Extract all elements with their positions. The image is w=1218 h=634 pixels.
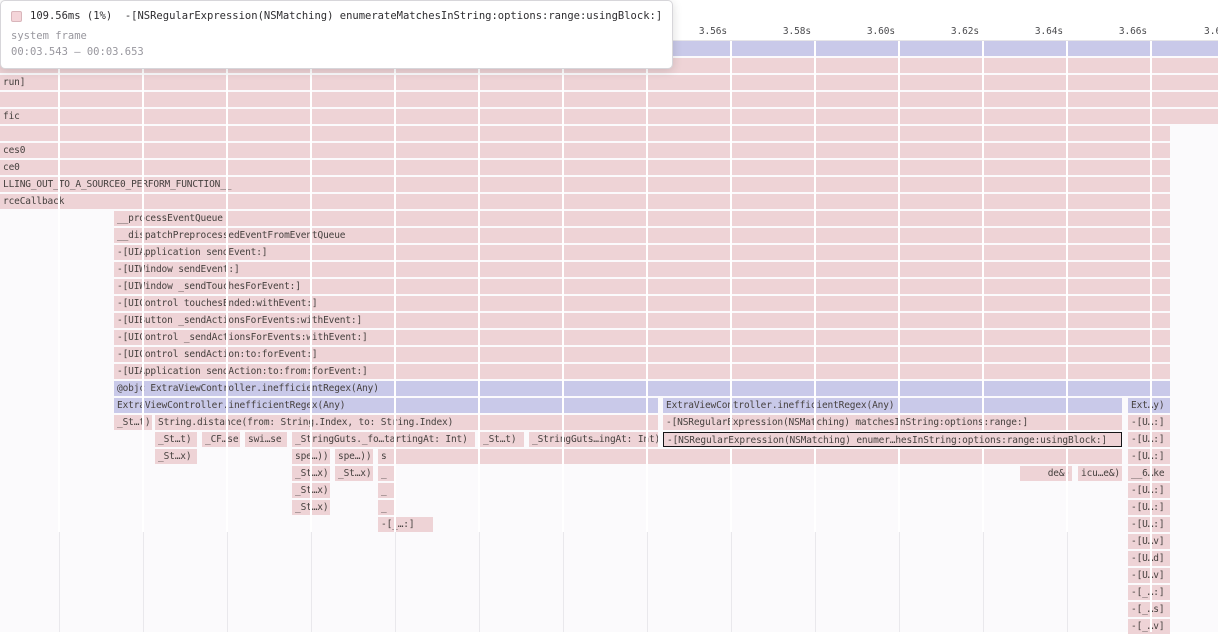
time-gridline bbox=[1150, 41, 1152, 632]
time-gridline bbox=[478, 41, 480, 532]
time-gridline bbox=[647, 532, 648, 632]
flame-frame[interactable]: ce0 bbox=[0, 160, 1170, 175]
tooltip-time-range: 00:03.543 — 00:03.653 bbox=[11, 44, 662, 60]
time-ruler-label: 3.6 bbox=[1204, 26, 1218, 37]
frame-color-swatch-icon bbox=[11, 11, 22, 22]
flame-frame[interactable]: _ bbox=[378, 466, 395, 481]
flame-frame[interactable]: _StringGuts._fo…tartingAt: Int) bbox=[292, 432, 475, 447]
flame-frame[interactable]: String.distance(from: String.Index, to: … bbox=[155, 415, 658, 430]
time-gridline bbox=[395, 532, 396, 632]
flame-frame[interactable]: -[U…:] bbox=[1128, 517, 1170, 532]
flame-frame[interactable]: -[U…v] bbox=[1128, 568, 1170, 583]
flame-frame[interactable]: de&) bbox=[1020, 466, 1072, 481]
flame-frame[interactable]: _St…t) bbox=[155, 432, 197, 447]
frame-hover-tooltip: 109.56ms (1%) -[NSRegularExpression(NSMa… bbox=[0, 0, 673, 69]
time-gridline bbox=[815, 532, 816, 632]
time-gridline bbox=[983, 532, 984, 632]
flame-frame[interactable]: ExtraViewController.inefficientRegex(Any… bbox=[114, 398, 658, 413]
flame-frame[interactable]: -[U…v] bbox=[1128, 534, 1170, 549]
flame-frame[interactable]: -[UIWindow sendEvent:] bbox=[114, 262, 1170, 277]
flame-frame[interactable]: swi…se bbox=[245, 432, 287, 447]
flame-frame[interactable]: -[U…d] bbox=[1128, 551, 1170, 566]
flame-frame[interactable]: _St…x) bbox=[335, 466, 373, 481]
time-gridline bbox=[59, 532, 60, 632]
flame-frame[interactable]: ces0 bbox=[0, 143, 1170, 158]
flame-frame[interactable]: _St…t) bbox=[114, 415, 152, 430]
flame-frame[interactable]: -[UIWindow _sendTouchesForEvent:] bbox=[114, 279, 1170, 294]
flame-frame[interactable]: __6…ke bbox=[1128, 466, 1170, 481]
time-profiler-flame-graph: 3.6 3.40s3.42s3.44s3.46s3.48s3.50s3.52s3… bbox=[0, 0, 1218, 632]
time-gridline bbox=[479, 532, 480, 632]
time-gridline bbox=[814, 41, 816, 532]
tooltip-frame-kind: system frame bbox=[11, 28, 662, 44]
flame-frame[interactable]: _ bbox=[378, 500, 395, 515]
time-ruler-label: 3.58s bbox=[767, 26, 811, 37]
flame-frame[interactable]: LLING_OUT_TO_A_SOURCE0_PERFORM_FUNCTION_… bbox=[0, 177, 1170, 192]
flame-frame[interactable]: s bbox=[378, 449, 1122, 464]
time-gridline bbox=[142, 41, 144, 532]
flame-frame[interactable]: rceCallback bbox=[0, 194, 1170, 209]
flame-frame[interactable]: _St…t) bbox=[480, 432, 524, 447]
time-gridline bbox=[563, 532, 564, 632]
flame-frame[interactable]: @objc ExtraViewController.inefficientReg… bbox=[114, 381, 1170, 396]
time-gridline bbox=[730, 41, 732, 532]
flame-frame[interactable]: -[UIApplication sendAction:to:from:forEv… bbox=[114, 364, 1170, 379]
time-gridline bbox=[899, 532, 900, 632]
flame-frame[interactable]: __dispatchPreprocessedEventFromEventQueu… bbox=[114, 228, 1170, 243]
time-ruler-label: 3.62s bbox=[935, 26, 979, 37]
time-ruler-label: 3.64s bbox=[1019, 26, 1063, 37]
flame-frame[interactable]: -[UIApplication sendEvent:] bbox=[114, 245, 1170, 260]
flame-frame[interactable]: -[U…:] bbox=[1128, 449, 1170, 464]
flame-frame[interactable]: -[U…:] bbox=[1128, 432, 1170, 447]
tooltip-title-row: 109.56ms (1%) -[NSRegularExpression(NSMa… bbox=[11, 8, 662, 24]
flame-frame[interactable]: -[_…:] bbox=[1128, 585, 1170, 600]
time-gridline bbox=[227, 532, 228, 632]
flame-frame[interactable]: -[U…:] bbox=[1128, 500, 1170, 515]
flame-frame[interactable]: icu…e&) bbox=[1078, 466, 1122, 481]
flame-frame[interactable]: run] bbox=[0, 75, 1218, 90]
flame-frame[interactable]: -[UIControl _sendActionsForEvents:withEv… bbox=[114, 330, 1170, 345]
time-gridline bbox=[646, 41, 648, 532]
time-gridline bbox=[58, 41, 60, 532]
time-gridline bbox=[310, 41, 312, 532]
time-gridline bbox=[394, 41, 396, 532]
flame-frame[interactable]: -[_…s] bbox=[1128, 602, 1170, 617]
flame-frame[interactable] bbox=[0, 126, 1170, 141]
time-gridline bbox=[143, 532, 144, 632]
flame-frame[interactable]: Ext…y) bbox=[1128, 398, 1170, 413]
flame-frame[interactable]: -[UIButton _sendActionsForEvents:withEve… bbox=[114, 313, 1170, 328]
flame-frame[interactable]: fic bbox=[0, 109, 1218, 124]
flame-frame[interactable]: -[U…:] bbox=[1128, 415, 1170, 430]
flame-frame[interactable]: _ bbox=[378, 483, 395, 498]
time-ruler-label: 3.56s bbox=[683, 26, 727, 37]
flame-frame[interactable]: -[_…:] bbox=[378, 517, 433, 532]
time-ruler-label: 3.60s bbox=[851, 26, 895, 37]
time-gridline bbox=[731, 532, 732, 632]
time-ruler-label: 3.66s bbox=[1103, 26, 1147, 37]
flame-frame[interactable]: -[UIControl sendAction:to:forEvent:] bbox=[114, 347, 1170, 362]
flame-frame[interactable] bbox=[0, 92, 1218, 107]
flame-frame-selected[interactable]: -[NSRegularExpression(NSMatching) enumer… bbox=[663, 432, 1122, 447]
time-gridline bbox=[898, 41, 900, 532]
flame-frame[interactable]: -[UIControl touchesEnded:withEvent:] bbox=[114, 296, 1170, 311]
time-gridline bbox=[1067, 532, 1068, 632]
time-gridline bbox=[982, 41, 984, 532]
flame-frame[interactable]: -[U…:] bbox=[1128, 483, 1170, 498]
flame-frame[interactable]: _St…x) bbox=[155, 449, 197, 464]
time-gridline bbox=[226, 41, 228, 532]
time-gridline bbox=[311, 532, 312, 632]
flame-frame[interactable]: _StringGuts…ingAt: Int) bbox=[529, 432, 658, 447]
flame-frame[interactable]: spe…)) bbox=[335, 449, 373, 464]
time-gridline bbox=[562, 41, 564, 532]
flame-frame[interactable]: __processEventQueue bbox=[114, 211, 1170, 226]
tooltip-duration-and-symbol: 109.56ms (1%) -[NSRegularExpression(NSMa… bbox=[30, 10, 662, 22]
time-gridline bbox=[1066, 41, 1068, 532]
flame-frame[interactable]: _CF…se bbox=[202, 432, 240, 447]
